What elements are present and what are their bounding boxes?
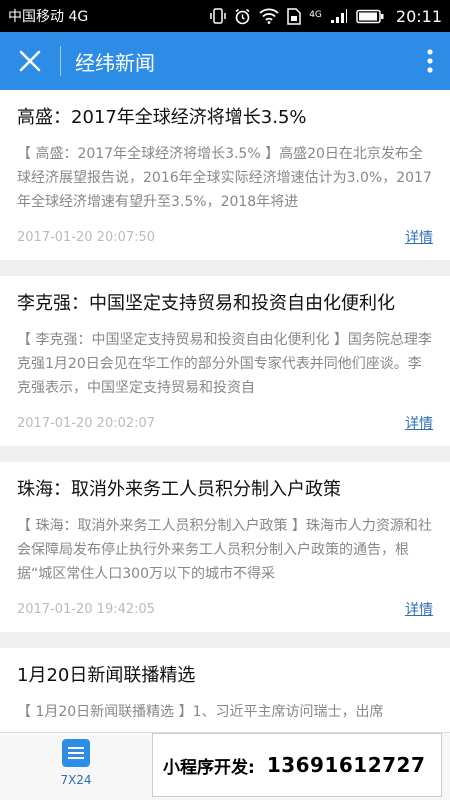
details-link[interactable]: 详情	[405, 227, 433, 247]
tab-label: 7X24	[60, 773, 92, 787]
news-time: 2017-01-20 19:42:05	[17, 601, 156, 617]
close-button[interactable]	[0, 32, 60, 90]
news-headline[interactable]: 珠海：取消外来务工人员积分制入户政策	[17, 476, 433, 504]
status-icons: 4G 20:11	[210, 7, 442, 26]
news-meta: 2017-01-20 20:07:50 详情	[17, 214, 433, 260]
carrier-label: 中国移动 4G	[8, 9, 89, 25]
more-vertical-icon	[427, 49, 433, 73]
promo-banner: 小程序开发: 13691612727	[152, 733, 442, 797]
vibrate-icon	[210, 8, 226, 24]
news-headline[interactable]: 高盛：2017年全球经济将增长3.5%	[17, 104, 433, 132]
news-time: 2017-01-20 20:07:50	[17, 229, 156, 245]
news-list[interactable]: 高盛：2017年全球经济将增长3.5% 【 高盛：2017年全球经济将增长3.5…	[0, 90, 450, 732]
news-time: 2017-01-20 20:02:07	[17, 415, 156, 431]
more-options-button[interactable]	[410, 32, 450, 90]
network-badge: 4G	[309, 9, 322, 20]
news-meta: 2017-01-20 20:02:07 详情	[17, 400, 433, 446]
close-icon	[19, 50, 41, 72]
promo-label: 小程序开发:	[163, 757, 255, 778]
status-bar: 中国移动 4G 4G 20:11	[0, 0, 450, 32]
news-summary: 【 珠海：取消外来务工人员积分制入户政策 】珠海市人力资源和社会保障局发布停止执…	[17, 518, 432, 582]
news-summary: 【 1月20日新闻联播精选 】1、习近平主席访问瑞士，出席	[17, 704, 384, 720]
battery-icon	[356, 9, 384, 23]
news-card[interactable]: 珠海：取消外来务工人员积分制入户政策 【 珠海：取消外来务工人员积分制入户政策 …	[0, 462, 450, 632]
news-meta: 2017-01-20 19:42:05 详情	[17, 586, 433, 632]
signal-icon	[330, 9, 347, 23]
clock: 20:11	[395, 6, 442, 26]
news-headline[interactable]: 1月20日新闻联播精选	[17, 662, 433, 690]
promo-phone: 13691612727	[266, 753, 426, 777]
tab-7x24[interactable]: 7X24	[50, 739, 102, 797]
list-icon	[62, 739, 90, 767]
page-title: 经纬新闻	[75, 50, 155, 75]
app-bar: 经纬新闻	[0, 32, 450, 90]
sim-icon	[287, 7, 301, 25]
details-link[interactable]: 详情	[405, 599, 433, 619]
details-link[interactable]: 详情	[405, 413, 433, 433]
news-summary: 【 高盛：2017年全球经济将增长3.5% 】高盛20日在北京发布全球经济展望报…	[17, 146, 432, 210]
alarm-icon	[235, 8, 250, 24]
news-card[interactable]: 高盛：2017年全球经济将增长3.5% 【 高盛：2017年全球经济将增长3.5…	[0, 90, 450, 260]
wifi-icon	[259, 8, 279, 24]
news-card[interactable]: 1月20日新闻联播精选 【 1月20日新闻联播精选 】1、习近平主席访问瑞士，出…	[0, 648, 450, 732]
news-headline[interactable]: 李克强：中国坚定支持贸易和投资自由化便利化	[17, 290, 433, 318]
news-card[interactable]: 李克强：中国坚定支持贸易和投资自由化便利化 【 李克强：中国坚定支持贸易和投资自…	[0, 276, 450, 446]
news-summary: 【 李克强：中国坚定支持贸易和投资自由化便利化 】国务院总理李克强1月20日会见…	[17, 332, 432, 396]
